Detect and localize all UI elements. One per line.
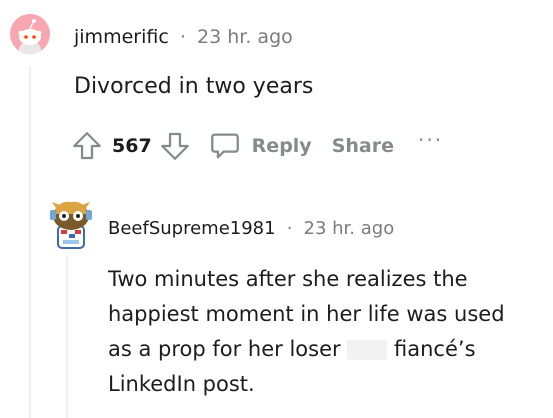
comment-line: happiest moment in her life was used — [108, 302, 505, 326]
comment-text: fiancé’s — [394, 337, 476, 361]
thread-line[interactable] — [66, 256, 68, 418]
reply-button[interactable]: Reply — [208, 129, 312, 163]
comment-header: BeefSupreme1981 · 23 hr. ago — [108, 218, 394, 239]
vote-count: 567 — [112, 135, 152, 157]
timestamp[interactable]: 23 hr. ago — [304, 218, 395, 239]
username-link[interactable]: jimmerific — [74, 26, 169, 48]
upvote-icon[interactable] — [70, 129, 104, 163]
comment-line: LinkedIn post. — [108, 372, 255, 396]
more-options-button[interactable]: ··· — [418, 130, 443, 150]
downvote-icon[interactable] — [158, 129, 192, 163]
avatar[interactable] — [10, 14, 50, 54]
meta-separator: · — [179, 26, 186, 48]
username-link[interactable]: BeefSupreme1981 — [108, 218, 276, 239]
comment-body: Two minutes after she realizes the happi… — [108, 262, 548, 402]
meta-separator: · — [286, 218, 293, 239]
comment-bubble-icon — [210, 133, 239, 159]
timestamp[interactable]: 23 hr. ago — [197, 26, 293, 48]
comment-body: Divorced in two years — [74, 74, 314, 99]
comment-thread: jimmerific · 23 hr. ago Divorced in two … — [0, 0, 553, 418]
redaction-box — [347, 340, 388, 360]
comment-actions: 567 Reply Share ··· — [70, 126, 443, 166]
avatar[interactable] — [44, 192, 98, 254]
comment-line: as a prop for her loser fiancé’s — [108, 332, 548, 367]
thread-line[interactable] — [29, 66, 31, 418]
custom-avatar-icon — [50, 201, 92, 249]
share-button[interactable]: Share — [332, 135, 394, 157]
comment-text: as a prop for her loser — [108, 337, 341, 361]
snoo-avatar-icon — [10, 14, 50, 54]
reply-label: Reply — [251, 135, 312, 157]
comment-line: Two minutes after she realizes the — [108, 267, 468, 291]
comment-header: jimmerific · 23 hr. ago — [74, 26, 293, 48]
